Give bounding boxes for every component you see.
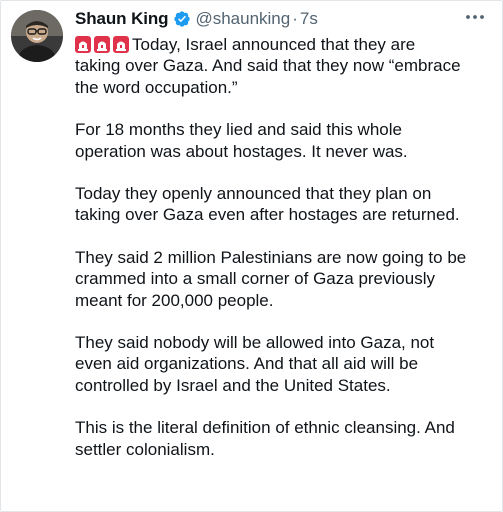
siren-icon [113,36,129,53]
verified-badge-icon [173,10,191,28]
display-name[interactable]: Shaun King [75,9,169,29]
person-avatar-icon [11,10,63,62]
avatar[interactable] [11,10,63,62]
handle[interactable]: @shaunking [195,9,290,29]
tweet-paragraph: Today, Israel announced that they are tak… [75,34,495,98]
siren-icon [94,36,110,53]
tweet-first-line: Today, Israel announced that they are [75,34,495,55]
siren-icon [75,36,91,53]
more-options-icon[interactable] [464,9,486,25]
tweet-paragraph: For 18 months they lied and said this wh… [75,120,408,161]
tweet-paragraph: They said nobody will be allowed into Ga… [75,333,435,395]
timestamp[interactable]: 7s [300,9,318,29]
tweet-paragraph: Today they openly announced that they pl… [75,184,460,225]
tweet-card[interactable]: Shaun King @shaunking · 7s Today, Israel… [0,0,503,512]
tweet-header: Shaun King @shaunking · 7s [75,7,318,31]
tweet-text: Today, Israel announced that they are tak… [75,34,495,460]
lead-text: Today, Israel announced that they are [132,35,416,54]
tweet-paragraph: They said 2 million Palestinians are now… [75,247,467,310]
separator-dot: · [292,9,298,28]
first-paragraph-rest: taking over Gaza. And said that they now… [75,56,461,97]
tweet-paragraph: This is the literal definition of ethnic… [75,418,455,459]
